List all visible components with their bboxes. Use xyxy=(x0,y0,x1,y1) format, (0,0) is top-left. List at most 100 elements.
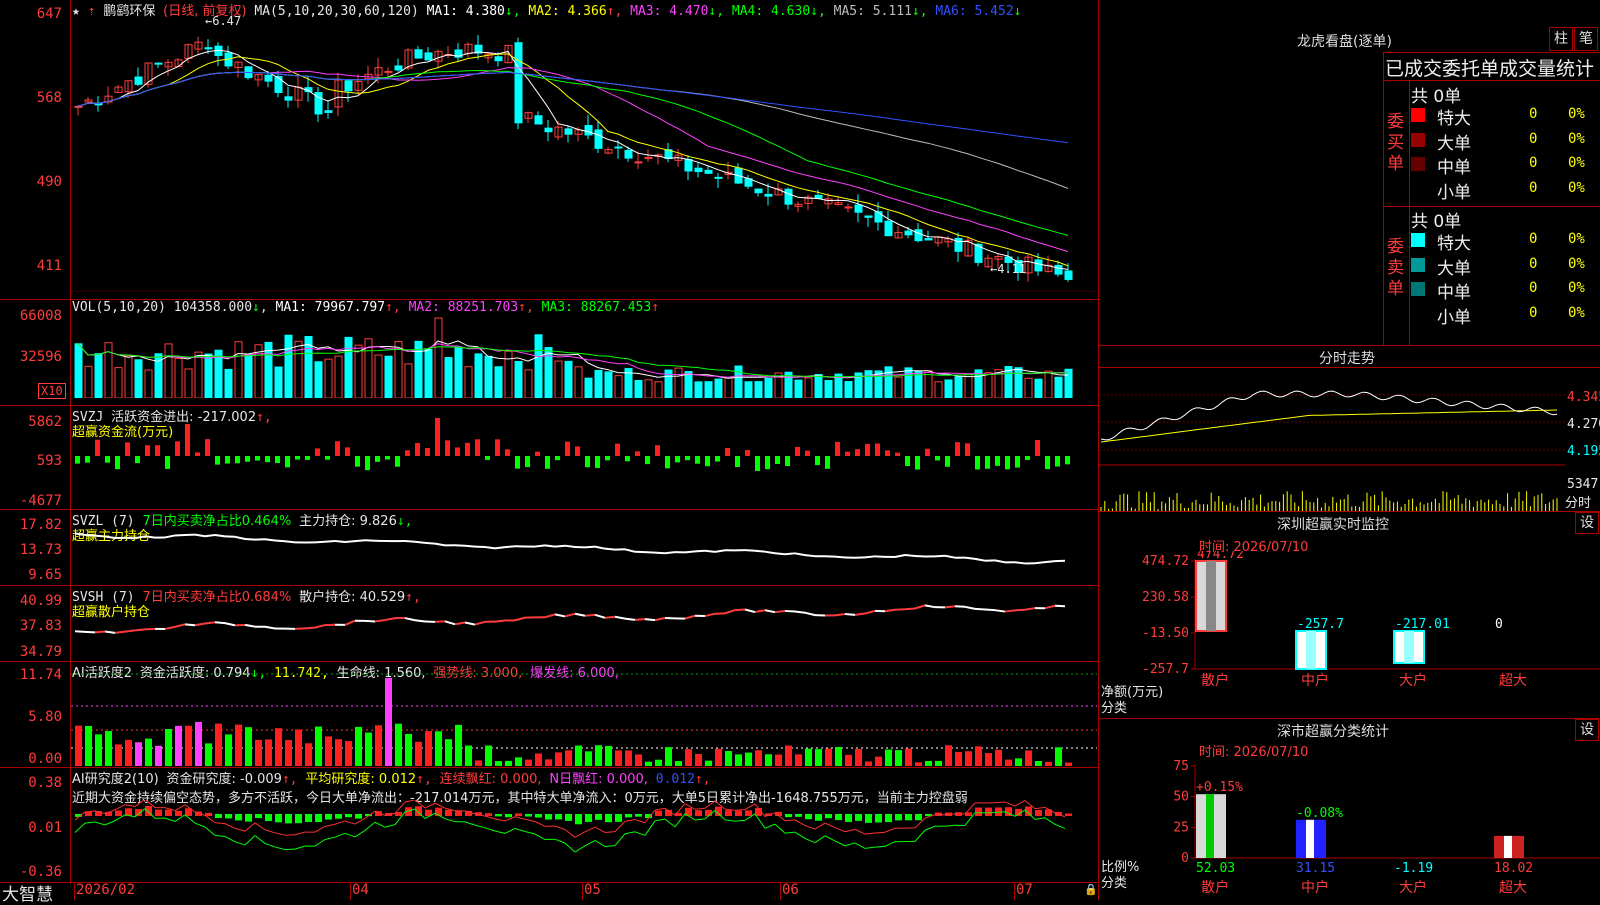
volume-bar xyxy=(105,343,112,398)
stats-panel: 深市超赢分类统计 设 时间: 2026/07/10 比例% 分类 7550250… xyxy=(1099,718,1600,900)
order-row: 特大00% xyxy=(1411,104,1600,126)
candle xyxy=(625,150,632,158)
flow-bar xyxy=(345,447,350,456)
monitor-value: 474.72 xyxy=(1197,551,1244,562)
y-tick: 568 xyxy=(0,90,62,106)
monitor-settings-button[interactable]: 设 xyxy=(1575,512,1599,534)
activity-bar xyxy=(175,726,182,766)
order-row: 小单00% xyxy=(1411,303,1600,325)
indicator-line xyxy=(485,547,495,548)
volume-bar xyxy=(565,361,572,398)
volume-bar xyxy=(385,356,392,398)
indicator-line xyxy=(785,611,795,612)
research-line xyxy=(245,823,255,831)
svzj-chart[interactable] xyxy=(71,418,1097,508)
flow-bar xyxy=(795,447,800,456)
candle xyxy=(285,97,292,100)
activity-bar xyxy=(475,760,482,766)
candle xyxy=(635,162,642,163)
y-tick: 37.83 xyxy=(0,618,62,634)
research-line xyxy=(525,819,535,821)
research-line xyxy=(765,824,775,828)
indicator-line xyxy=(425,543,435,544)
indicator-line xyxy=(585,615,595,616)
candle xyxy=(595,130,602,148)
research-line xyxy=(275,847,285,850)
activity-bar xyxy=(675,761,682,766)
research-line xyxy=(445,819,455,822)
intraday-chart[interactable] xyxy=(1099,367,1565,511)
volume-chart[interactable] xyxy=(71,316,1097,398)
volume-caption: VOL(5,10,20) 104358.000↓, MA1: 79967.797… xyxy=(72,300,659,315)
activity-bar xyxy=(245,727,252,766)
volume-bar xyxy=(655,382,662,398)
volume-bar xyxy=(635,380,642,398)
activity-bar xyxy=(695,754,702,766)
ai-research-chart[interactable] xyxy=(71,800,1097,880)
research-line xyxy=(405,800,415,802)
flow-bar xyxy=(225,456,230,463)
research-bar xyxy=(985,808,992,816)
ma-line xyxy=(78,72,1068,188)
chart-area[interactable]: ★ ⇡ 鹏鹞环保 (日线, 前复权) MA(5,10,20,30,60,120)… xyxy=(0,0,1098,900)
research-bar xyxy=(485,813,492,816)
volume-bar xyxy=(525,370,532,398)
activity-bar xyxy=(785,746,792,766)
legend-swatch xyxy=(1411,258,1425,272)
volume-bar xyxy=(485,356,492,398)
ai-active-chart[interactable] xyxy=(71,672,1097,766)
stats-category: 大户 xyxy=(1399,879,1427,896)
bar-view-button[interactable]: 柱 xyxy=(1549,27,1573,51)
intraday-price: 4.270 xyxy=(1567,417,1600,432)
research-line xyxy=(555,839,565,843)
tick-view-button[interactable]: 笔 xyxy=(1574,27,1598,51)
research-line xyxy=(495,819,505,821)
research-bar xyxy=(515,813,522,816)
stats-y-tick: 75 xyxy=(1173,759,1189,774)
flow-bar xyxy=(375,456,380,462)
indicator-line xyxy=(605,549,615,550)
activity-bar xyxy=(935,761,942,766)
flow-bar xyxy=(725,448,730,456)
stats-settings-button[interactable]: 设 xyxy=(1575,719,1599,741)
research-line xyxy=(635,832,645,836)
flow-bar xyxy=(975,456,980,469)
indicator-line xyxy=(385,618,395,620)
volume-bar xyxy=(85,366,92,398)
research-line xyxy=(605,832,615,833)
y-tick: 5862 xyxy=(0,414,62,430)
volume-bar xyxy=(335,356,342,398)
activity-bar xyxy=(515,757,522,766)
flow-bar xyxy=(595,456,600,468)
vol-ma-value: MA2: 88251.703 xyxy=(401,300,518,315)
flow-bar xyxy=(655,445,660,456)
svsh-chart[interactable] xyxy=(71,596,1097,660)
research-line xyxy=(595,840,605,846)
svzl-chart[interactable] xyxy=(71,520,1097,584)
research-line xyxy=(865,847,875,848)
indicator-line xyxy=(695,551,705,552)
activity-bar xyxy=(495,761,502,766)
volume-bar xyxy=(945,380,952,398)
activity-bar xyxy=(315,727,322,766)
activity-bar xyxy=(415,742,422,766)
legend-swatch xyxy=(1411,108,1425,122)
flow-bar xyxy=(815,456,820,465)
flow-bar xyxy=(695,456,700,464)
indicator-line xyxy=(965,607,975,609)
kline-chart[interactable] xyxy=(71,16,1097,298)
indicator-line xyxy=(195,623,205,625)
order-count: 0 xyxy=(1529,305,1537,321)
vol-ma-arrow: ↑, xyxy=(385,300,401,315)
activity-bar xyxy=(105,731,112,766)
flow-bar xyxy=(165,456,170,469)
activity-bar xyxy=(1005,760,1012,766)
order-row: 特大00% xyxy=(1411,229,1600,251)
stats-y-tick: 25 xyxy=(1173,820,1189,835)
lock-icon[interactable]: 🔒 xyxy=(1084,883,1098,896)
research-line xyxy=(505,817,515,821)
intraday-panel[interactable]: 分时走势 4.345 4.270 4.195 5347 分时 xyxy=(1099,345,1600,511)
flow-bar xyxy=(625,456,630,461)
volume-bar xyxy=(675,368,682,398)
date-label: 2026/02 xyxy=(76,882,135,898)
